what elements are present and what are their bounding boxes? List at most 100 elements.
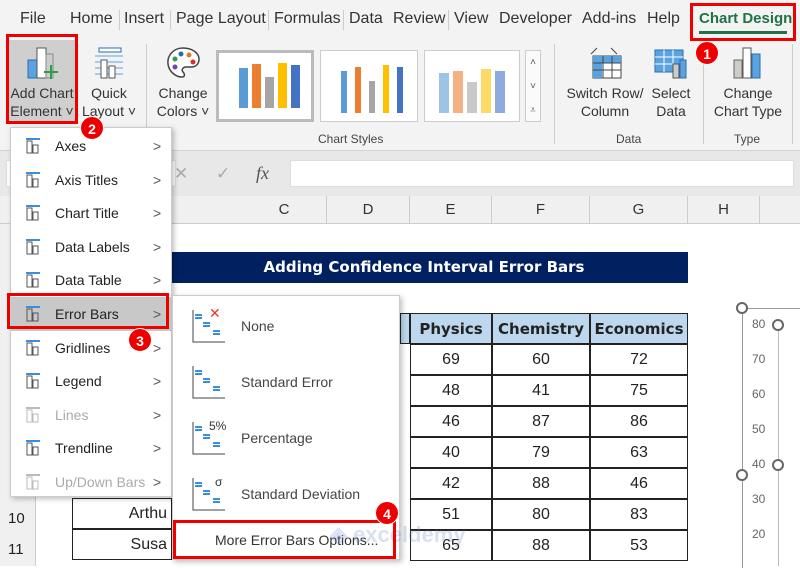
table-cell[interactable]: 60	[492, 344, 590, 375]
tab-page-layout[interactable]: Page Layout	[176, 10, 266, 28]
error-bars-none-icon: ✕	[192, 308, 225, 343]
table-cell[interactable]: 88	[492, 468, 590, 499]
table-cell[interactable]: 40	[410, 437, 492, 468]
menu-item-label: Chart Title	[55, 205, 119, 222]
gallery-scroll[interactable]: ˄ ˅ ⩡	[525, 50, 541, 122]
column-header-g[interactable]: G	[590, 196, 688, 224]
tab-separator	[170, 10, 171, 30]
group-label-type: Type	[734, 132, 761, 146]
chart-resize-handle[interactable]	[736, 469, 748, 481]
change-colors-label: Colors ˅	[156, 103, 210, 119]
switch-row-column-button[interactable]: Switch Row/ Column	[562, 40, 648, 124]
menu-item-label: Lines	[55, 406, 89, 423]
column-header-e[interactable]: E	[410, 196, 492, 224]
chart-resize-handle[interactable]	[736, 302, 748, 314]
legend-icon	[26, 373, 40, 389]
menu-item-legend[interactable]: Legend >	[11, 364, 171, 398]
menu-item-up-down-bars[interactable]: Up/Down Bars >	[11, 465, 171, 499]
select-data-button[interactable]: Select Data	[648, 40, 694, 124]
menu-item-axis-titles[interactable]: Axis Titles >	[11, 163, 171, 197]
palette-icon	[167, 47, 200, 78]
submenu-label: Standard Error	[241, 374, 333, 390]
table-header-cell[interactable]	[400, 313, 410, 344]
change-chart-type-label: Chart Type	[713, 103, 783, 119]
table-cell[interactable]: 75	[590, 375, 688, 406]
tab-help[interactable]: Help	[647, 10, 680, 28]
table-cell[interactable]: 86	[590, 406, 688, 437]
cancel-icon[interactable]: ✕	[174, 164, 188, 184]
table-cell[interactable]: 41	[492, 375, 590, 406]
table-cell[interactable]: 53	[590, 530, 688, 561]
submenu-item-none[interactable]: ✕ None	[173, 298, 399, 354]
submenu-label: None	[241, 318, 275, 334]
switch-row-column-label: Switch Row/	[566, 85, 644, 101]
group-label-data: Data	[616, 132, 642, 146]
menu-item-chart-title[interactable]: Chart Title >	[11, 196, 171, 230]
select-data-label: Select	[651, 85, 691, 101]
table-cell[interactable]: 79	[492, 437, 590, 468]
table-header-cell[interactable]: Chemistry	[492, 313, 590, 344]
chevron-right-icon: >	[153, 171, 162, 188]
table-cell[interactable]: 87	[492, 406, 590, 437]
plot-resize-handle[interactable]	[772, 319, 784, 331]
tab-separator	[448, 10, 449, 30]
tab-data[interactable]: Data	[349, 10, 383, 28]
tab-formulas[interactable]: Formulas	[274, 10, 341, 28]
plot-resize-handle[interactable]	[772, 459, 784, 471]
row-header-10[interactable]: 10	[8, 510, 25, 527]
table-cell[interactable]: 63	[590, 437, 688, 468]
chevron-right-icon: >	[153, 138, 162, 154]
change-chart-type-button[interactable]: Change Chart Type	[708, 40, 788, 124]
chart-y-tick: 80	[752, 317, 766, 331]
tab-insert[interactable]: Insert	[124, 10, 164, 28]
tab-developer[interactable]: Developer	[499, 10, 572, 28]
table-header-cell[interactable]: Physics	[410, 313, 492, 344]
chart-style-1[interactable]	[216, 50, 314, 122]
column-header-f[interactable]: F	[492, 196, 590, 224]
tab-separator	[268, 10, 269, 30]
tab-view[interactable]: View	[454, 10, 488, 28]
submenu-item-standard-deviation[interactable]: σ Standard Deviation	[173, 466, 399, 522]
table-cell[interactable]: 46	[590, 468, 688, 499]
column-header-c[interactable]: C	[242, 196, 327, 224]
gridlines-icon	[26, 339, 40, 356]
table-cell[interactable]: 72	[590, 344, 688, 375]
table-cell[interactable]: 46	[410, 406, 492, 437]
tab-file[interactable]: File	[20, 10, 46, 28]
enter-icon[interactable]: ✓	[216, 164, 230, 184]
chart-area[interactable]	[742, 308, 800, 568]
change-colors-button[interactable]: Change Colors ˅	[154, 40, 212, 124]
highlight-box-add-chart-element	[6, 34, 78, 124]
submenu-item-standard-error[interactable]: Standard Error	[173, 354, 399, 410]
table-header-cell[interactable]: Economics	[590, 313, 688, 344]
row-header-11[interactable]: 11	[8, 541, 24, 558]
column-header-h[interactable]: H	[688, 196, 760, 224]
tab-add-ins[interactable]: Add-ins	[582, 10, 636, 28]
column-header-d[interactable]: D	[327, 196, 410, 224]
tab-home[interactable]: Home	[70, 10, 113, 28]
menu-item-trendline[interactable]: Trendline >	[11, 431, 171, 465]
table-cell[interactable]: 88	[492, 530, 590, 561]
table-cell[interactable]: 80	[492, 499, 590, 530]
chart-style-2[interactable]	[320, 50, 418, 122]
menu-item-data-labels[interactable]: Data Labels >	[11, 230, 171, 264]
data-labels-icon	[26, 238, 40, 255]
chart-style-3[interactable]	[424, 50, 520, 122]
change-chart-type-icon	[733, 47, 761, 79]
menu-item-label: Gridlines	[55, 339, 111, 356]
tab-review[interactable]: Review	[393, 10, 445, 28]
table-cell[interactable]: 48	[410, 375, 492, 406]
table-cell[interactable]: 69	[410, 344, 492, 375]
name-cell[interactable]: Susa	[72, 529, 172, 560]
insert-function-icon[interactable]: fx	[256, 163, 269, 184]
name-cell[interactable]: Arthu	[72, 498, 172, 529]
svg-text:5%: 5%	[209, 420, 227, 433]
table-cell[interactable]: 42	[410, 468, 492, 499]
quick-layout-button[interactable]: Quick Layout ˅	[80, 40, 138, 124]
submenu-item-percentage[interactable]: 5% Percentage	[173, 410, 399, 466]
change-colors-label: Change	[158, 85, 208, 101]
menu-item-lines[interactable]: Lines >	[11, 398, 171, 432]
table-cell[interactable]: 83	[590, 499, 688, 530]
formula-input[interactable]	[290, 160, 794, 187]
chart-title-icon	[26, 205, 40, 221]
